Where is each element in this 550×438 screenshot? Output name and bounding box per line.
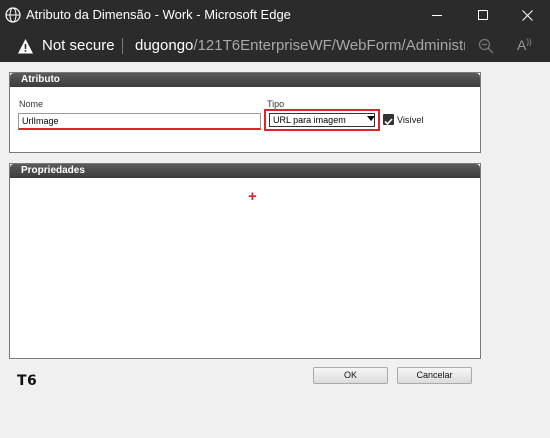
security-label[interactable]: Not secure bbox=[42, 37, 115, 54]
tipo-select[interactable]: URL para imagem bbox=[264, 109, 380, 131]
address-separator bbox=[122, 38, 123, 54]
minimize-icon bbox=[431, 14, 442, 16]
t6-logo: T6 bbox=[17, 373, 38, 389]
nome-input[interactable]: UrlImage bbox=[18, 113, 261, 130]
read-aloud-icon[interactable]: A)) bbox=[517, 37, 532, 53]
checkmark-icon bbox=[384, 118, 393, 126]
tipo-select-value: URL para imagem bbox=[269, 113, 375, 127]
window-title: Atributo da Dimensão - Work - Microsoft … bbox=[26, 7, 291, 22]
window-titlebar: Atributo da Dimensão - Work - Microsoft … bbox=[0, 0, 550, 30]
visivel-label: Visível bbox=[397, 115, 424, 125]
maximize-button[interactable] bbox=[460, 0, 506, 30]
chevron-down-icon bbox=[367, 116, 375, 121]
warning-icon[interactable] bbox=[17, 38, 34, 55]
globe-icon bbox=[5, 7, 21, 23]
dialog-content: Atributo Nome UrlImage Tipo URL para ima… bbox=[0, 62, 550, 438]
ok-button[interactable]: OK bbox=[313, 367, 388, 384]
atributo-header: Atributo bbox=[10, 73, 480, 87]
add-property-button[interactable]: + bbox=[248, 189, 257, 204]
zoom-out-icon[interactable] bbox=[478, 38, 494, 54]
maximize-icon bbox=[477, 9, 488, 20]
propriedades-panel: Propriedades + bbox=[9, 163, 481, 359]
visivel-checkbox[interactable] bbox=[383, 114, 394, 126]
close-button[interactable] bbox=[504, 0, 550, 30]
propriedades-header: Propriedades bbox=[10, 164, 480, 178]
nome-label: Nome bbox=[19, 99, 44, 109]
minimize-button[interactable] bbox=[414, 0, 460, 30]
cancel-button[interactable]: Cancelar bbox=[397, 367, 472, 384]
url-text[interactable]: dugongo/121T6EnterpriseWF/WebForm/Admini… bbox=[135, 37, 465, 54]
url-host: dugongo bbox=[135, 37, 194, 54]
tipo-label: Tipo bbox=[267, 99, 285, 109]
url-path: /121T6EnterpriseWF/WebForm/Administr... bbox=[193, 37, 465, 54]
address-bar[interactable]: Not secure dugongo/121T6EnterpriseWF/Web… bbox=[0, 30, 550, 62]
atributo-panel: Atributo Nome UrlImage Tipo URL para ima… bbox=[9, 72, 481, 153]
close-icon bbox=[521, 9, 533, 21]
